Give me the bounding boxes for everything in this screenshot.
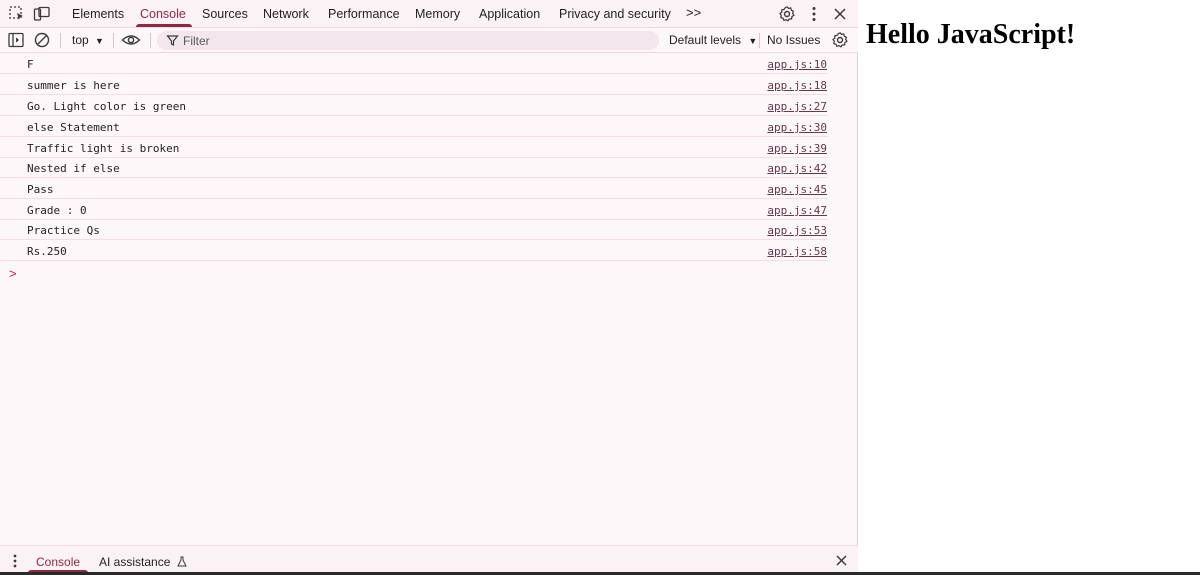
active-tab-indicator [136,24,192,27]
close-drawer-icon[interactable] [834,553,849,568]
console-message: Rs.250 app.js:58 [0,241,828,261]
tab-memory[interactable]: Memory [415,7,460,21]
console-source-link[interactable]: app.js:27 [767,100,827,113]
console-message-text: Practice Qs [27,224,100,237]
drawer-menu-icon[interactable] [8,553,22,569]
console-message: Go. Light color is green app.js:27 [0,96,828,116]
console-message-text: Pass [27,183,54,196]
devtools-tabbar: Elements Console Sources Network Perform… [0,0,858,28]
log-levels-dropdown[interactable]: Default levels ▼ [669,33,757,47]
page-heading: Hello JavaScript! [866,19,1076,50]
console-source-link[interactable]: app.js:45 [767,183,827,196]
console-toolbar: top ▼ Filter Default levels ▼ No Issues [0,28,858,53]
console-message-text: else Statement [27,121,120,134]
tab-performance[interactable]: Performance [328,7,400,21]
close-devtools-icon[interactable] [831,5,849,23]
console-output: F app.js:10 summer is here app.js:18 Go.… [0,54,858,544]
toolbar-divider [60,33,61,48]
console-message: Pass app.js:45 [0,179,828,199]
console-source-link[interactable]: app.js:53 [767,224,827,237]
console-source-link[interactable]: app.js:42 [767,162,827,175]
drawer-tab-ai-assistance-label: AI assistance [99,555,171,569]
console-source-link[interactable]: app.js:58 [767,245,827,258]
console-source-link[interactable]: app.js:10 [767,58,827,71]
tab-elements[interactable]: Elements [72,7,124,21]
more-tabs-button[interactable]: >> [686,5,701,20]
live-expression-eye-icon[interactable] [121,31,141,49]
log-levels-dropdown-icon: ▼ [748,36,758,46]
console-source-link[interactable]: app.js:18 [767,79,827,92]
console-source-link[interactable]: app.js:39 [767,142,827,155]
tab-application[interactable]: Application [479,7,540,21]
tab-privacy-security[interactable]: Privacy and security [559,7,671,21]
issues-counter[interactable]: No Issues [767,33,820,47]
devtools-drawer: Console AI assistance [0,545,858,575]
drawer-tab-ai-assistance[interactable]: AI assistance [99,555,187,569]
context-label: top [72,33,89,47]
flask-icon [176,556,187,567]
tab-sources[interactable]: Sources [202,7,248,21]
console-message-text: Grade : 0 [27,204,87,217]
console-message-text: Go. Light color is green [27,100,186,113]
toolbar-divider [759,33,760,48]
more-options-icon[interactable] [805,5,823,23]
console-settings-gear-icon[interactable] [831,31,849,49]
console-source-link[interactable]: app.js:47 [767,204,827,217]
console-message-text: F [27,58,34,71]
drawer-tab-console[interactable]: Console [36,555,80,569]
settings-gear-icon[interactable] [778,5,796,23]
console-message: Grade : 0 app.js:47 [0,200,828,220]
console-message: Traffic light is broken app.js:39 [0,138,828,158]
filter-input[interactable]: Filter [157,31,659,50]
console-message: else Statement app.js:30 [0,117,828,137]
show-sidebar-icon[interactable] [7,31,25,49]
clear-console-icon[interactable] [33,31,51,49]
console-message-text: summer is here [27,79,120,92]
tab-network[interactable]: Network [263,7,309,21]
toolbar-divider [113,33,114,48]
console-message-text: Traffic light is broken [27,142,180,155]
inspect-element-icon[interactable] [8,5,26,23]
devtools-panel: Elements Console Sources Network Perform… [0,0,858,575]
console-source-link[interactable]: app.js:30 [767,121,827,134]
console-prompt-input[interactable]: > [9,266,17,281]
tab-console[interactable]: Console [140,7,186,21]
console-message: Practice Qs app.js:53 [0,220,828,240]
filter-funnel-icon [166,35,179,46]
device-toolbar-icon[interactable] [33,5,51,23]
context-dropdown-icon: ▼ [95,36,104,46]
filter-placeholder: Filter [183,34,210,48]
console-message-text: Rs.250 [27,245,67,258]
toolbar-divider [150,33,151,48]
console-message: summer is here app.js:18 [0,75,828,95]
console-message: F app.js:10 [0,54,828,74]
context-selector[interactable]: top ▼ [72,33,104,47]
console-message: Nested if else app.js:42 [0,158,828,178]
log-levels-label: Default levels [669,33,742,47]
console-message-text: Nested if else [27,162,120,175]
